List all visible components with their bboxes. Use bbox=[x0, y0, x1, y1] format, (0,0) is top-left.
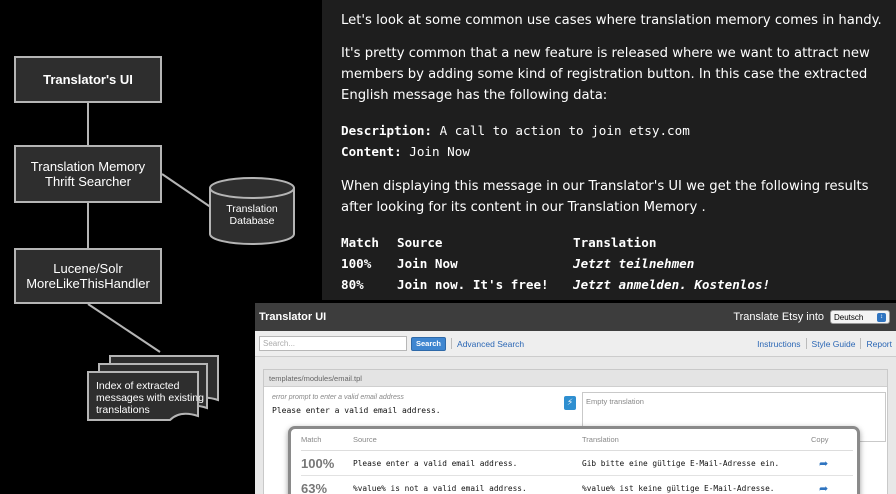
match-cell: 80% bbox=[341, 277, 364, 292]
search-bar: Search Advanced Search Instructions Styl… bbox=[255, 331, 896, 357]
suggestion-source: Please enter a valid email address. bbox=[353, 458, 518, 468]
source-cell: Join Now bbox=[397, 256, 458, 271]
copy-column-header: Copy bbox=[811, 435, 829, 444]
advanced-search-link[interactable]: Advanced Search bbox=[457, 339, 524, 349]
match-column-header: Match bbox=[301, 435, 322, 444]
divider bbox=[451, 338, 453, 349]
results-paragraph: When displaying this message in our Tran… bbox=[341, 179, 869, 215]
report-link[interactable]: Report bbox=[866, 339, 892, 349]
suggestion-row[interactable]: 63% %value% is not a valid email address… bbox=[301, 476, 853, 494]
match-header: Match bbox=[341, 235, 379, 250]
translation-memory-suggestions: Match Source Translation Copy 100% Pleas… bbox=[288, 426, 860, 494]
description-key: Description: bbox=[341, 123, 432, 138]
translation-cell: Jetzt anmelden. Kostenlos! bbox=[573, 277, 771, 292]
translator-ui-header: Translator UI Translate Etsy into Deutsc… bbox=[255, 303, 896, 331]
copy-arrow-icon[interactable]: ➦ bbox=[811, 482, 853, 494]
style-guide-link[interactable]: Style Guide bbox=[812, 339, 856, 349]
language-picker: Translate Etsy into Deutsch ↕ bbox=[733, 310, 890, 324]
use-case-paragraph: It's pretty common that a new feature is… bbox=[341, 46, 870, 103]
match-percent: 100% bbox=[301, 455, 335, 471]
search-button[interactable]: Search bbox=[411, 336, 447, 351]
search-input[interactable] bbox=[259, 336, 407, 351]
language-value: Deutsch bbox=[834, 312, 864, 322]
divider bbox=[805, 338, 807, 349]
tm-searcher-box: Translation Memory Thrift Searcher bbox=[14, 145, 162, 203]
copy-arrow-icon[interactable]: ➦ bbox=[811, 457, 853, 470]
lucene-box: Lucene/Solr MoreLikeThisHandler bbox=[14, 248, 162, 304]
suggestion-row[interactable]: 100% Please enter a valid email address.… bbox=[301, 451, 853, 476]
database-label: Translation Database bbox=[226, 203, 278, 227]
source-description: error prompt to enter a valid email addr… bbox=[272, 394, 404, 401]
help-links: Instructions Style Guide Report bbox=[757, 338, 892, 349]
translation-header: Translation bbox=[573, 235, 657, 250]
intro-paragraph: Let's look at some common use cases wher… bbox=[341, 13, 882, 28]
source-message: error prompt to enter a valid email addr… bbox=[272, 394, 441, 415]
match-percent: 63% bbox=[301, 480, 328, 494]
description-value: A call to action to join etsy.com bbox=[432, 123, 690, 138]
source-cell: Join now. It's free! bbox=[397, 277, 549, 292]
suggest-translation-icon[interactable]: ⚡ bbox=[564, 396, 576, 410]
translate-into-label: Translate Etsy into bbox=[733, 311, 824, 323]
translation-column-header: Translation bbox=[582, 435, 619, 444]
suggestions-table: Match Source Translation Copy 100% Pleas… bbox=[301, 429, 853, 494]
message-data-block: Description: A call to action to join et… bbox=[341, 120, 896, 162]
source-text: Please enter a valid email address. bbox=[272, 406, 441, 415]
translators-ui-box: Translator's UI bbox=[14, 56, 162, 103]
source-column-header: Source bbox=[353, 435, 377, 444]
source-header: Source bbox=[397, 235, 443, 250]
match-cell: 100% bbox=[341, 256, 372, 271]
suggestion-translation: Gib bitte eine gültige E-Mail-Adresse ei… bbox=[582, 458, 780, 468]
article-text: Let's look at some common use cases wher… bbox=[322, 0, 896, 300]
content-key: Content: bbox=[341, 144, 402, 159]
index-label: Index of extracted messages with existin… bbox=[96, 380, 204, 416]
chevron-updown-icon: ↕ bbox=[877, 312, 886, 322]
suggestion-source: %value% is not a valid email address. bbox=[353, 483, 527, 493]
suggestions-header-row: Match Source Translation Copy bbox=[301, 429, 853, 451]
instructions-link[interactable]: Instructions bbox=[757, 339, 800, 349]
suggestion-translation: %value% ist keine gültige E-Mail-Adresse… bbox=[582, 483, 775, 493]
translator-ui-title: Translator UI bbox=[259, 311, 327, 323]
divider bbox=[860, 338, 862, 349]
match-table: Match Source Translation 100% Join Now J… bbox=[341, 232, 896, 295]
file-path: templates/modules/email.tpl bbox=[264, 370, 887, 387]
translation-cell: Jetzt teilnehmen bbox=[573, 256, 695, 271]
language-select[interactable]: Deutsch ↕ bbox=[830, 310, 890, 324]
content-value: Join Now bbox=[401, 144, 470, 159]
